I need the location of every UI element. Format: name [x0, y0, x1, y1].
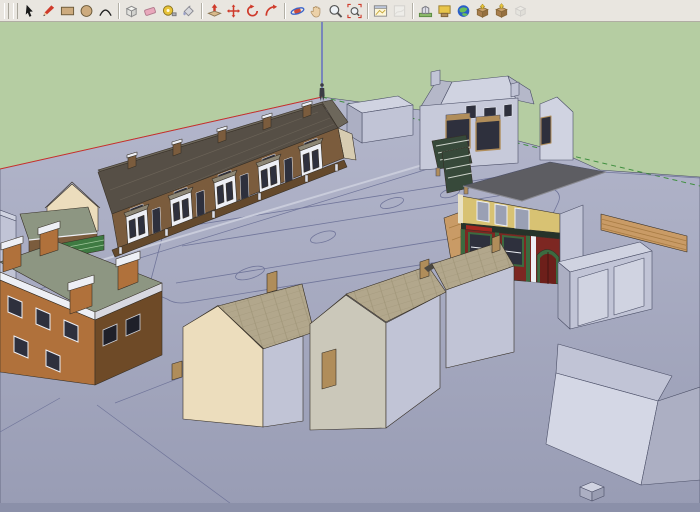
get-models-icon	[475, 3, 490, 19]
components-icon	[513, 3, 528, 19]
photo-textures-icon	[437, 3, 452, 19]
tool-arc[interactable]	[96, 1, 115, 20]
model-view	[0, 22, 700, 512]
rotate-icon	[245, 3, 260, 19]
shop-chimney	[511, 82, 519, 97]
place-model-icon	[418, 3, 433, 19]
tool-rectangle[interactable]	[58, 1, 77, 20]
tool-line[interactable]	[39, 1, 58, 20]
tool-tape-measure[interactable]	[160, 1, 179, 20]
eraser-icon	[143, 3, 158, 19]
toolbar	[0, 0, 700, 22]
tool-eraser[interactable]	[141, 1, 160, 20]
viewport-bottom-edge	[0, 503, 700, 512]
tool-zoom[interactable]	[326, 1, 345, 20]
post-box	[172, 361, 182, 380]
zoom-extents-icon	[347, 3, 362, 19]
tool-pan[interactable]	[307, 1, 326, 20]
tool-get-models[interactable]	[473, 1, 492, 20]
toolbar-separator	[367, 3, 368, 19]
pub-arch-door	[537, 249, 559, 284]
toolbar-tools	[20, 1, 530, 20]
toggle-terrain-icon	[392, 3, 407, 19]
tool-make-component[interactable]	[122, 1, 141, 20]
orbit-icon	[290, 3, 305, 19]
tool-components[interactable]	[511, 1, 530, 20]
get-current-view-icon	[373, 3, 388, 19]
shop-chimney	[431, 70, 440, 86]
toolbar-grip[interactable]	[13, 3, 18, 19]
tool-orbit[interactable]	[288, 1, 307, 20]
tape-measure-icon	[162, 3, 177, 19]
tool-place-model[interactable]	[416, 1, 435, 20]
move-icon	[226, 3, 241, 19]
toolbar-separator	[201, 3, 202, 19]
arc-icon	[98, 3, 113, 19]
chimney	[492, 235, 500, 253]
tool-paint-bucket[interactable]	[179, 1, 198, 20]
rectangle-icon	[60, 3, 75, 19]
pan-icon	[309, 3, 324, 19]
tool-share-model[interactable]	[492, 1, 511, 20]
select-icon	[22, 3, 37, 19]
zoom-icon	[328, 3, 343, 19]
push-pull-icon	[207, 3, 222, 19]
line-icon	[41, 3, 56, 19]
google-earth-icon	[456, 3, 471, 19]
tool-circle[interactable]	[77, 1, 96, 20]
tool-google-earth[interactable]	[454, 1, 473, 20]
tool-move[interactable]	[224, 1, 243, 20]
toolbar-grip[interactable]	[4, 3, 9, 19]
make-component-icon	[124, 3, 139, 19]
house-door	[322, 349, 336, 389]
garage-door	[578, 269, 608, 326]
share-model-icon	[494, 3, 509, 19]
tool-toggle-terrain[interactable]	[390, 1, 409, 20]
tool-follow-me[interactable]	[262, 1, 281, 20]
toolbar-separator	[412, 3, 413, 19]
follow-me-icon	[264, 3, 279, 19]
sketchup-window	[0, 0, 700, 512]
paint-bucket-icon	[181, 3, 196, 19]
circle-icon	[79, 3, 94, 19]
garage-door	[614, 258, 644, 315]
chimney	[267, 271, 277, 293]
toolbar-separator	[284, 3, 285, 19]
tool-get-current-view[interactable]	[371, 1, 390, 20]
tool-zoom-extents[interactable]	[345, 1, 364, 20]
viewport-3d[interactable]	[0, 22, 700, 512]
toolbar-separator	[118, 3, 119, 19]
tool-rotate[interactable]	[243, 1, 262, 20]
tool-select[interactable]	[20, 1, 39, 20]
tool-push-pull[interactable]	[205, 1, 224, 20]
gray-box-building	[347, 96, 413, 143]
tool-photo-textures[interactable]	[435, 1, 454, 20]
